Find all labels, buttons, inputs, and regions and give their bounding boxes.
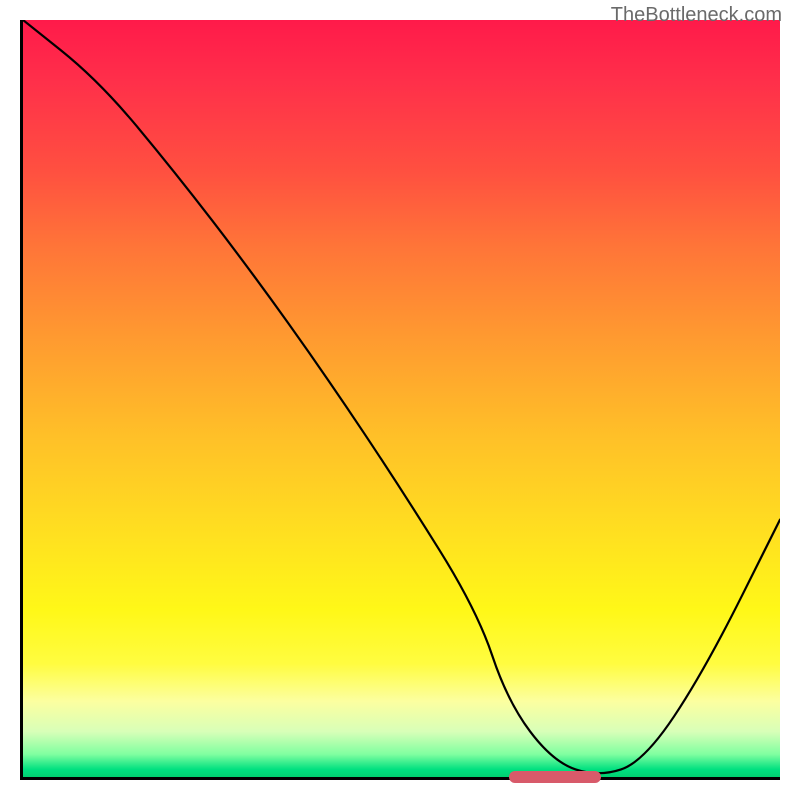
bottleneck-curve [23, 20, 780, 777]
watermark-text: TheBottleneck.com [611, 4, 782, 27]
curve-path [23, 20, 780, 773]
chart-plot-area [20, 20, 780, 780]
optimal-zone-marker [509, 771, 600, 783]
